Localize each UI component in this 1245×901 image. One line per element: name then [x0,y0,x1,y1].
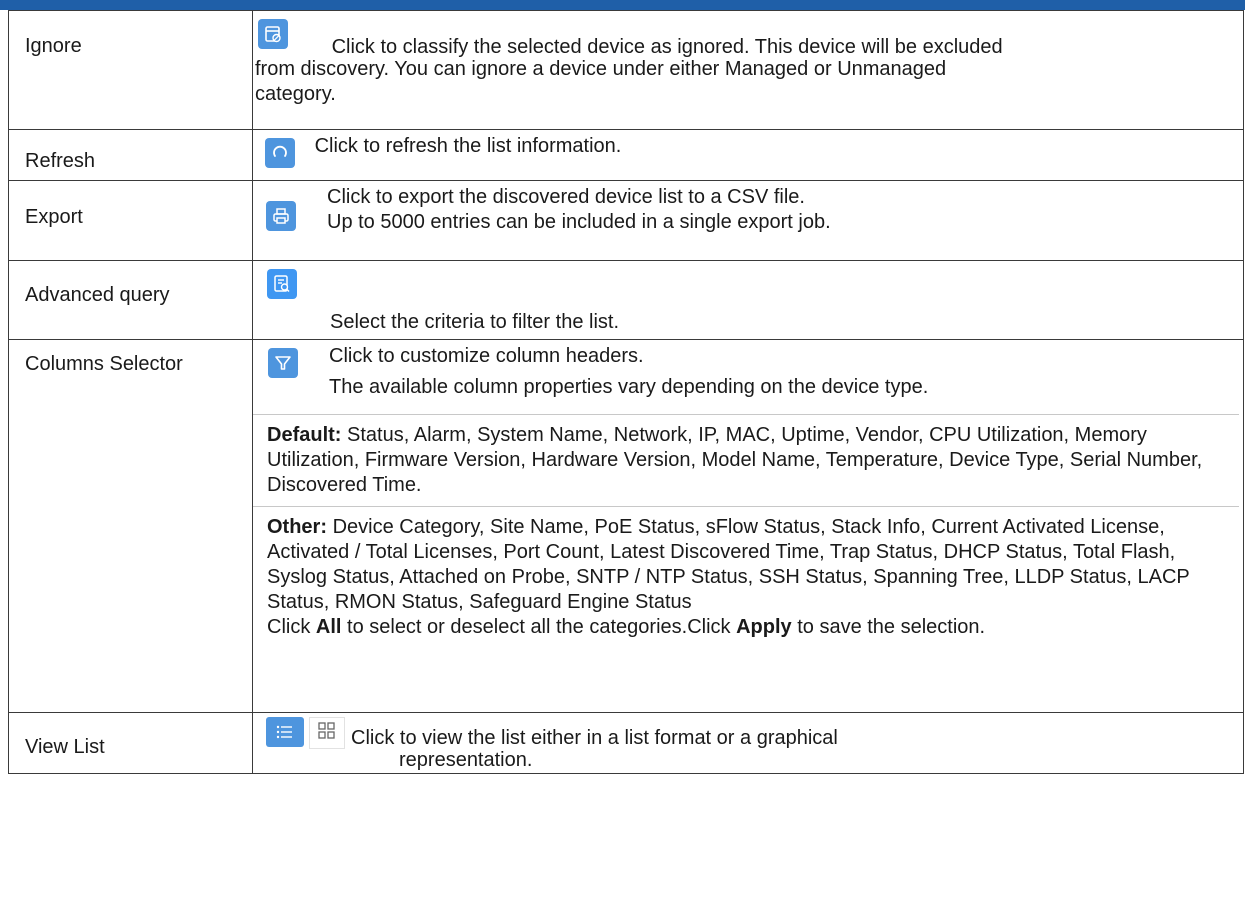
columns-description-line2: The available column properties vary dep… [329,376,929,398]
select-all-instruction: Click All to select or deselect all the … [255,615,1239,640]
other-label: Other: [267,516,327,538]
toolbar-reference-table: Ignore Click to classify the selected de… [8,10,1244,774]
row-description-cell: Click to export the discovered device li… [252,180,1244,261]
divider [253,506,1239,507]
default-label: Default: [267,424,342,446]
other-columns-paragraph: Other: Device Category, Site Name, PoE S… [255,515,1239,615]
instruction-text: to select or deselect all the categories… [341,616,737,638]
export-description-line2: Up to 5000 entries can be included in a … [327,211,831,233]
default-columns-paragraph: Default: Status, Alarm, System Name, Net… [255,423,1239,498]
query-icon[interactable] [267,269,297,299]
divider [253,414,1239,415]
columns-description-line1: Click to customize column headers. [329,345,644,367]
table-row: View List Click to view the list either … [8,712,1244,774]
ignore-description-line3: category. [255,83,336,105]
apply-keyword: Apply [736,616,792,638]
table-row: Export Click to export the discovered de… [8,180,1244,261]
refresh-description: Click to refresh the list information. [314,135,622,158]
filter-icon[interactable] [268,348,298,378]
default-columns-text: Status, Alarm, System Name, Network, IP,… [267,424,1203,496]
table-row: Refresh Click to refresh the list inform… [8,129,1244,181]
all-keyword: All [315,616,342,638]
grid-view-icon[interactable] [309,717,345,749]
advanced-query-description: Select the criteria to filter the list. [330,311,620,333]
row-description-cell: Select the criteria to filter the list. [252,260,1244,340]
print-icon[interactable] [266,201,296,231]
row-description-cell: Click to classify the selected device as… [252,10,1244,130]
refresh-icon[interactable] [265,138,295,168]
table-row: Columns Selector Click to customize colu… [8,339,1244,713]
row-name-cell: Columns Selector [8,339,253,713]
top-accent-bar [0,0,1245,10]
table-row: Ignore Click to classify the selected de… [8,10,1244,130]
row-description-cell: Click to customize column headers. The a… [252,339,1244,713]
list-view-icon[interactable] [266,717,304,747]
other-columns-text: Device Category, Site Name, PoE Status, … [267,516,1190,613]
row-name: View List [25,736,105,758]
instruction-text: Click [267,616,316,638]
table-row: Advanced query Select the criteria to fi… [8,260,1244,340]
ignore-description-line1: Click to classify the selected device as… [331,36,1003,59]
row-name-cell: Ignore [8,10,253,130]
row-name: Refresh [25,150,96,172]
instruction-text: to save the selection. [791,616,986,638]
row-name-cell: View List [8,712,253,774]
ignore-description-line2: from discovery. You can ignore a device … [255,58,947,80]
row-name-cell: Advanced query [8,260,253,340]
row-name-cell: Export [8,180,253,261]
row-name: Columns Selector [25,353,183,375]
row-description-cell: Click to refresh the list information. [252,129,1244,181]
row-name: Advanced query [25,284,170,306]
row-name-cell: Refresh [8,129,253,181]
row-name: Export [25,206,83,228]
row-description-cell: Click to view the list either in a list … [252,712,1244,774]
row-name: Ignore [25,35,82,57]
ignore-icon[interactable] [258,19,288,49]
view-list-description-line2: representation. [399,749,533,771]
export-description-line1: Click to export the discovered device li… [327,186,805,208]
